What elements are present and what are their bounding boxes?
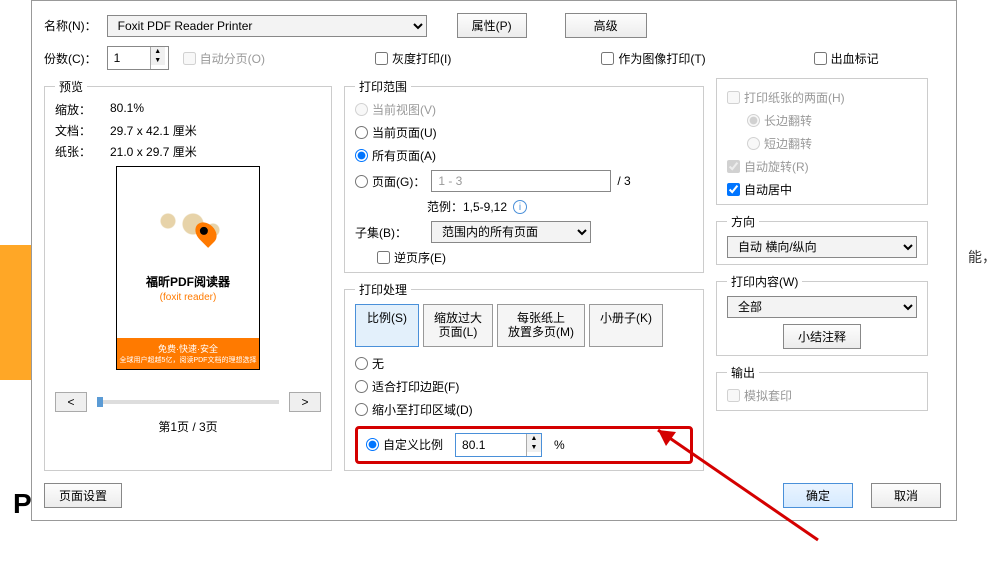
output-fieldset: 输出 模拟套印 <box>716 364 928 411</box>
pages-input[interactable] <box>431 170 611 192</box>
tab-fit-large[interactable]: 缩放过大 页面(L) <box>423 304 493 347</box>
printer-name-label: 名称(N)： <box>44 17 97 34</box>
advanced-button[interactable]: 高级 <box>565 13 647 38</box>
output-legend: 输出 <box>727 364 759 381</box>
pages-total: / 3 <box>617 174 630 188</box>
bg-letter: P <box>13 488 32 520</box>
short-edge-radio: 短边翻转 <box>747 135 917 152</box>
tab-scale[interactable]: 比例(S) <box>355 304 419 347</box>
scale-shrink-radio[interactable]: 缩小至打印区域(D) <box>355 401 693 418</box>
pages-radio[interactable]: 页面(G)： <box>355 173 425 190</box>
scale-none-radio[interactable]: 无 <box>355 355 693 372</box>
custom-scale-spinner[interactable]: ▲▼ <box>455 433 542 457</box>
print-range-fieldset: 打印范围 当前视图(V) 当前页面(U) 所有页面(A) 页面(G)： / 3 … <box>344 78 704 273</box>
doc-label: 文档： <box>55 122 110 139</box>
preview-footer-1: 免费·快速·安全 <box>119 342 257 355</box>
content-select[interactable]: 全部 <box>727 296 917 318</box>
grayscale-checkbox[interactable]: 灰度打印(I) <box>375 50 451 67</box>
printer-name-row: 名称(N)： Foxit PDF Reader Printer 属性(P) 高级 <box>44 13 941 38</box>
orientation-legend: 方向 <box>727 213 759 230</box>
next-page-button[interactable]: > <box>289 392 321 412</box>
custom-scale-input[interactable] <box>456 434 526 456</box>
print-dialog: 名称(N)： Foxit PDF Reader Printer 属性(P) 高级… <box>31 0 957 521</box>
tab-multipage[interactable]: 每张纸上 放置多页(M) <box>497 304 585 347</box>
scale-custom-radio[interactable]: 自定义比例 <box>366 436 443 453</box>
current-view-radio: 当前视图(V) <box>355 101 693 118</box>
subset-select[interactable]: 范围内的所有页面 <box>431 221 591 243</box>
paper-size-value: 21.0 x 29.7 厘米 <box>110 143 321 160</box>
copies-down-icon[interactable]: ▼ <box>151 56 165 65</box>
bleed-mark-checkbox[interactable]: 出血标记 <box>814 50 879 67</box>
paper-label: 纸张： <box>55 143 110 160</box>
printer-select[interactable]: Foxit PDF Reader Printer <box>107 15 427 37</box>
current-page-radio[interactable]: 当前页面(U) <box>355 124 693 141</box>
all-pages-radio[interactable]: 所有页面(A) <box>355 147 693 164</box>
custom-scale-highlight: 自定义比例 ▲▼ % <box>355 426 693 464</box>
reverse-order-checkbox[interactable]: 逆页序(E) <box>377 249 693 266</box>
page-slider[interactable] <box>97 400 279 404</box>
preview-title: 福昕PDF阅读器 <box>146 273 230 290</box>
orientation-fieldset: 方向 自动 横向/纵向 <box>716 213 928 265</box>
preview-footer-2: 全球用户超越5亿，阅读PDF文档的理想选择 <box>119 355 257 365</box>
print-handling-legend: 打印处理 <box>355 281 411 298</box>
long-edge-radio: 长边翻转 <box>747 112 917 129</box>
auto-center-checkbox[interactable]: 自动居中 <box>727 181 917 198</box>
tab-booklet[interactable]: 小册子(K) <box>589 304 663 347</box>
orientation-select[interactable]: 自动 横向/纵向 <box>727 236 917 258</box>
copies-up-icon[interactable]: ▲ <box>151 47 165 56</box>
cancel-button[interactable]: 取消 <box>871 483 941 508</box>
duplex-fieldset: 打印纸张的两面(H) 长边翻转 短边翻转 自动旋转(R) 自动居中 <box>716 78 928 205</box>
scale-label: 缩放： <box>55 101 110 118</box>
prev-page-button[interactable]: < <box>55 392 87 412</box>
bg-stripe <box>0 245 31 380</box>
scale-value: 80.1% <box>110 101 321 118</box>
preview-fieldset: 预览 缩放： 80.1% 文档： 29.7 x 42.1 厘米 纸张： 21.0… <box>44 78 332 471</box>
simulate-overprint-checkbox: 模拟套印 <box>727 387 917 404</box>
scale-fit-margins-radio[interactable]: 适合打印边距(F) <box>355 378 693 395</box>
auto-rotate-checkbox: 自动旋转(R) <box>727 158 917 175</box>
print-handling-fieldset: 打印处理 比例(S) 缩放过大 页面(L) 每张纸上 放置多页(M) 小册子(K… <box>344 281 704 471</box>
preview-legend: 预览 <box>55 78 87 95</box>
print-range-legend: 打印范围 <box>355 78 411 95</box>
copies-label: 份数(C)： <box>44 50 97 67</box>
scale-down-icon[interactable]: ▼ <box>527 443 541 452</box>
preview-page: 福昕PDF阅读器 (foxit reader) 免费·快速·安全 全球用户超越5… <box>116 166 260 370</box>
percent-sign: % <box>554 438 565 452</box>
copies-input[interactable] <box>108 47 150 69</box>
properties-button[interactable]: 属性(P) <box>457 13 527 38</box>
page-setup-button[interactable]: 页面设置 <box>44 483 122 508</box>
print-content-legend: 打印内容(W) <box>727 273 802 290</box>
info-icon[interactable]: i <box>513 200 527 214</box>
page-counter: 第1页 / 3页 <box>55 418 321 435</box>
preview-map-graphic <box>138 197 238 257</box>
print-content-fieldset: 打印内容(W) 全部 小结注释 <box>716 273 928 356</box>
subset-label: 子集(B)： <box>355 224 407 241</box>
duplex-checkbox: 打印纸张的两面(H) <box>727 89 917 106</box>
pages-example: 范例：1,5-9,12 <box>427 198 507 215</box>
bg-side-text: 能， <box>968 247 996 267</box>
scale-up-icon[interactable]: ▲ <box>527 434 541 443</box>
doc-size-value: 29.7 x 42.1 厘米 <box>110 122 321 139</box>
summary-comments-button[interactable]: 小结注释 <box>783 324 861 349</box>
print-as-image-checkbox[interactable]: 作为图像打印(T) <box>601 50 705 67</box>
copies-spinner[interactable]: ▲▼ <box>107 46 169 70</box>
preview-subtitle: (foxit reader) <box>160 292 217 303</box>
auto-page-break-checkbox: 自动分页(O) <box>183 50 265 67</box>
ok-button[interactable]: 确定 <box>783 483 853 508</box>
